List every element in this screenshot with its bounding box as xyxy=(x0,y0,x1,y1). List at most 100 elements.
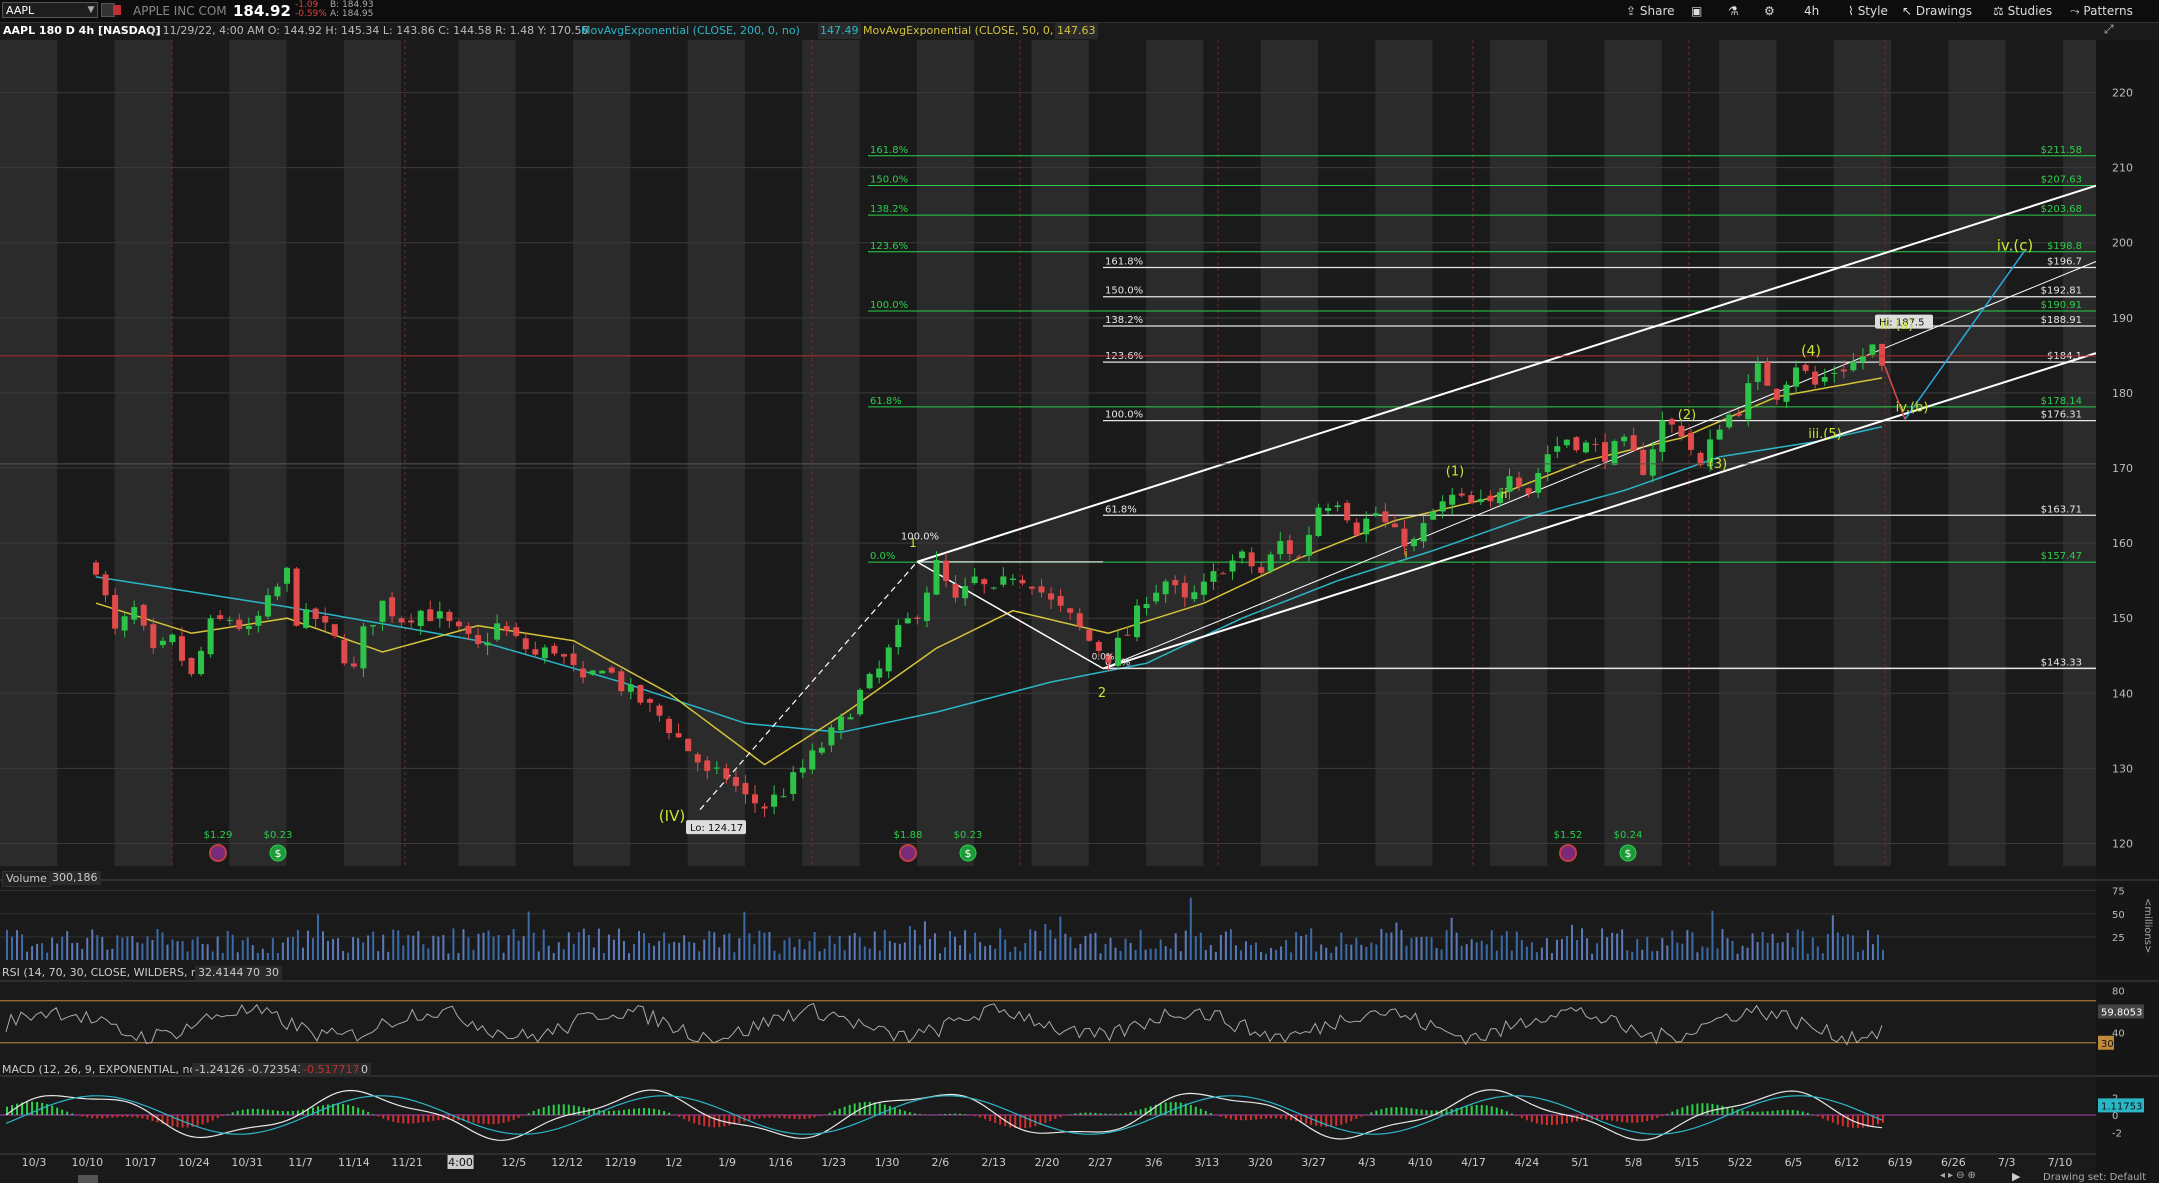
volume-bar xyxy=(1485,944,1488,960)
ema50-label[interactable]: MovAvgExponential (CLOSE, 50, 0, no) xyxy=(863,22,1075,40)
zoom-in-icon[interactable]: ⊕ xyxy=(1967,1170,1978,1181)
volume-bar xyxy=(417,931,420,960)
zoom-controls[interactable]: ◂▸⊖⊕ xyxy=(1940,1170,2000,1182)
dividend-amount: $1.29 xyxy=(204,830,233,841)
play-icon[interactable]: ▶ xyxy=(2012,1170,2020,1183)
volume-bar xyxy=(823,948,826,960)
volume-bar xyxy=(1831,915,1834,960)
time-axis[interactable]: 10/3 10/10 10/17 10/24 10/31 11/7 11/14 11/21 4:… xyxy=(0,1153,2096,1169)
candle-body xyxy=(1516,477,1523,487)
flask-button[interactable]: ⚗ xyxy=(1728,2,1739,20)
macd-histogram-bar xyxy=(1490,1106,1493,1115)
chevron-left-icon[interactable]: ◂ xyxy=(1940,1170,1948,1181)
candle-body xyxy=(580,668,587,678)
volume-bar xyxy=(1490,930,1493,960)
macd-histogram-bar xyxy=(562,1104,565,1115)
patterns-button[interactable]: ⤳ Patterns xyxy=(2070,2,2133,20)
macd-histogram-bar xyxy=(1124,1112,1127,1115)
macd-histogram-bar xyxy=(1882,1115,1884,1123)
volume-bar xyxy=(236,952,239,960)
macd-label[interactable]: MACD (12, 26, 9, EXPONENTIAL, no) xyxy=(2,1063,201,1077)
macd-histogram-bar xyxy=(1616,1115,1619,1122)
volume-bar xyxy=(858,937,861,960)
price-tick: 160 xyxy=(2112,537,2133,550)
volume-bar xyxy=(1229,929,1232,960)
macd-histogram-bar xyxy=(1811,1114,1814,1115)
volume-bar xyxy=(1455,932,1458,960)
volume-tick: 50 xyxy=(2112,910,2125,921)
dividend-amount: $0.23 xyxy=(264,830,293,841)
volume-bar xyxy=(1515,931,1518,960)
macd-histogram-bar xyxy=(693,1115,696,1124)
macd-histogram-bar xyxy=(1846,1115,1849,1128)
macd-histogram-bar xyxy=(1836,1115,1839,1125)
style-button[interactable]: ⌇ Style xyxy=(1848,2,1888,20)
macd-histogram-bar xyxy=(1530,1115,1533,1123)
volume-bar xyxy=(251,945,254,960)
volume-bar xyxy=(1149,948,1152,960)
time-cursor-label: 4:00 xyxy=(448,1156,473,1169)
macd-histogram-bar xyxy=(1581,1115,1584,1121)
fib-green-price: $198.8 xyxy=(2047,241,2082,252)
volume-bar xyxy=(6,929,8,960)
volume-bar xyxy=(1400,930,1403,960)
studies-button[interactable]: ⚖ Studies xyxy=(1993,2,2052,20)
fib-green-price: $157.47 xyxy=(2041,551,2082,562)
volume-bar xyxy=(1275,949,1278,960)
zoom-out-icon[interactable]: ⊖ xyxy=(1956,1170,1967,1181)
candle-body xyxy=(312,608,319,619)
share-icon: ⇪ xyxy=(1626,4,1640,18)
settings-button[interactable]: ⚙ xyxy=(1764,2,1775,20)
volume-bar xyxy=(1139,929,1142,960)
chevron-right-icon[interactable]: ▸ xyxy=(1948,1170,1956,1181)
macd-histogram-bar xyxy=(773,1115,776,1118)
macd-histogram-bar xyxy=(733,1115,736,1125)
macd-histogram-bar xyxy=(1796,1110,1799,1115)
scroll-handle[interactable] xyxy=(78,1175,98,1183)
macd-histogram-bar xyxy=(959,1113,962,1115)
flag-icon[interactable] xyxy=(113,5,121,15)
volume-bar xyxy=(181,941,184,960)
share-button[interactable]: ⇪ Share xyxy=(1626,2,1675,20)
drawing-set-label[interactable]: Drawing set: Default xyxy=(2043,1172,2146,1183)
volume-bar xyxy=(1254,942,1257,960)
chevron-down-icon[interactable]: ▼ xyxy=(84,3,98,17)
ema200-label[interactable]: MovAvgExponential (CLOSE, 200, 0, no) xyxy=(581,22,800,40)
chart-canvas[interactable]: 0.0% $157.47 61.8% $178.14 100.0% $190.91 123.… xyxy=(0,40,2159,1183)
fib-green-pct: 123.6% xyxy=(870,241,908,252)
volume-bar xyxy=(51,937,54,960)
rsi-marker-tag: 30 xyxy=(2101,1039,2114,1050)
volume-bar xyxy=(1415,937,1418,960)
drawings-button[interactable]: ↖ Drawings xyxy=(1902,2,1972,20)
volume-bar xyxy=(758,930,761,960)
volume-bar xyxy=(1641,949,1644,960)
candle-body xyxy=(369,625,376,627)
macd-histogram-bar xyxy=(437,1115,440,1121)
candle-body xyxy=(847,717,854,720)
volume-bar xyxy=(607,934,610,960)
volume-bar xyxy=(1771,933,1774,960)
rsi-label[interactable]: RSI (14, 70, 30, CLOSE, WILDERS, no) xyxy=(2,966,209,980)
candle-body xyxy=(541,647,548,659)
collapse-icon[interactable]: ⤢ xyxy=(2104,22,2118,40)
timeframe-button[interactable]: 4h xyxy=(1804,2,1819,20)
fib-white-pct: 123.6% xyxy=(1105,351,1143,362)
candle-body xyxy=(1458,493,1465,496)
candle-body xyxy=(1439,501,1446,512)
candle-body xyxy=(1544,454,1551,473)
volume-tick: 75 xyxy=(2112,887,2125,898)
wave-label: (3) xyxy=(1709,457,1727,472)
candle-body xyxy=(1592,443,1599,445)
candle-body xyxy=(532,649,539,655)
volume-bar xyxy=(763,932,766,960)
volume-bar xyxy=(1325,947,1328,960)
volume-bar xyxy=(1355,937,1358,960)
camera-button[interactable]: ▣ xyxy=(1691,2,1702,20)
macd-histogram-bar xyxy=(1410,1108,1413,1115)
volume-bar xyxy=(1766,942,1769,960)
macd-histogram-bar xyxy=(1310,1115,1313,1125)
candle-body xyxy=(236,619,243,629)
volume-label[interactable]: Volume xyxy=(2,871,51,887)
candle-body xyxy=(1525,488,1532,494)
volume-bar xyxy=(703,939,706,960)
